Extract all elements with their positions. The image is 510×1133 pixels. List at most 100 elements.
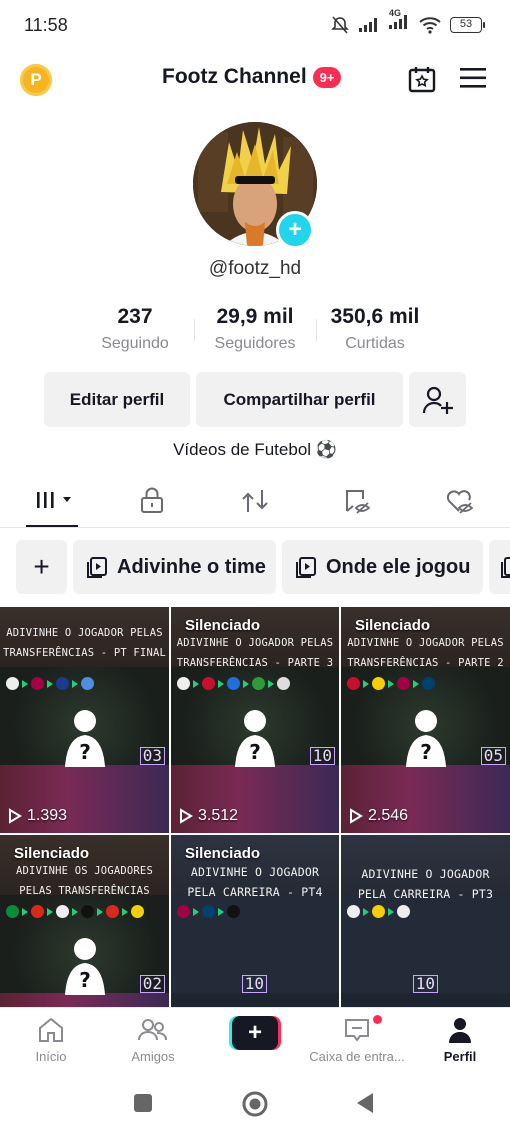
- video-number: 03: [139, 747, 165, 765]
- video-caption: TRANSFERÊNCIAS - PT FINAL: [2, 647, 167, 659]
- status-icons: 4G 53: [330, 8, 485, 35]
- status-bar: 11:58 4G 53: [0, 0, 510, 52]
- video-caption: TRANSFERÊNCIAS - PARTE 2: [347, 657, 504, 669]
- svg-text:?: ?: [79, 968, 91, 992]
- recents-icon[interactable]: [133, 1093, 153, 1113]
- stat-following[interactable]: 237 Seguindo: [88, 305, 182, 353]
- video-caption: PELA CARREIRA - PT3: [357, 887, 494, 901]
- stat-value: 350,6 mil: [330, 305, 420, 328]
- wifi-icon: [419, 16, 441, 34]
- video-thumbnail[interactable]: ADIVINHE O JOGADOR PELAS TRANSFERÊNCIAS …: [0, 607, 169, 833]
- mystery-player-icon: ?: [64, 710, 105, 767]
- club-crests: [177, 677, 290, 690]
- divider: [194, 319, 195, 341]
- tab-favorites[interactable]: [342, 486, 372, 521]
- view-count-value: 1.393: [27, 807, 68, 824]
- playlist-item[interactable]: Adivinhe o time: [73, 540, 276, 594]
- menu-icon[interactable]: [459, 66, 487, 90]
- repost-icon: [242, 490, 268, 512]
- mystery-player-icon: ?: [405, 710, 446, 767]
- video-caption: ADIVINHE O JOGADOR: [190, 865, 320, 879]
- notification-badge: 9+: [312, 66, 342, 88]
- nav-inbox[interactable]: Caixa de entra...: [304, 1016, 410, 1064]
- view-count: 1.393: [8, 807, 67, 825]
- playlists-row: + Adivinhe o time Onde ele jogou: [0, 540, 510, 596]
- system-nav-bar: [0, 1073, 510, 1133]
- tab-videos[interactable]: [34, 486, 78, 521]
- inbox-icon: [345, 1019, 369, 1042]
- playlist-item[interactable]: [489, 540, 510, 594]
- back-icon[interactable]: [354, 1091, 376, 1115]
- silenced-label: Silenciado: [185, 617, 261, 634]
- svg-text:?: ?: [420, 740, 432, 764]
- stat-followers[interactable]: 29,9 mil Seguidores: [204, 305, 306, 353]
- coins-icon[interactable]: P: [20, 64, 52, 96]
- stat-label: Seguindo: [101, 335, 169, 352]
- thumb-bg: [0, 993, 169, 1007]
- edit-profile-button[interactable]: Editar perfil: [44, 372, 190, 427]
- stat-label: Seguidores: [214, 335, 296, 352]
- video-caption: ADIVINHE O JOGADOR PELAS: [176, 637, 334, 649]
- video-caption: TRANSFERÊNCIAS - PARTE 3: [176, 657, 334, 669]
- mystery-player-icon: ?: [235, 710, 275, 767]
- active-tab-indicator: [26, 525, 78, 527]
- add-avatar-button[interactable]: +: [276, 211, 314, 249]
- silenced-label: Silenciado: [185, 845, 261, 862]
- mystery-player-icon: ?: [64, 938, 105, 995]
- video-thumbnail[interactable]: Silenciado ADIVINHE O JOGADOR PELAS TRAN…: [171, 607, 339, 833]
- video-caption: ADIVINHE OS JOGADORES: [16, 865, 153, 877]
- battery-icon: 53: [450, 16, 485, 33]
- content-tabs: [0, 478, 510, 528]
- calendar-icon[interactable]: [407, 64, 437, 94]
- tab-reposts[interactable]: [240, 486, 270, 521]
- heart-hidden-icon: [446, 490, 474, 514]
- signal-4g-icon: 4G: [388, 8, 410, 35]
- nav-profile[interactable]: Perfil: [438, 1016, 482, 1064]
- share-profile-button[interactable]: Compartilhar perfil: [196, 372, 403, 427]
- club-crests: [347, 677, 435, 690]
- stat-label: Curtidas: [345, 335, 405, 352]
- svg-text:?: ?: [249, 740, 261, 764]
- video-thumbnail[interactable]: Silenciado ADIVINHE OS JOGADORES PELAS T…: [0, 835, 169, 1007]
- club-crests: [177, 905, 240, 918]
- mute-icon: [331, 15, 349, 34]
- playlist-icon: [296, 557, 316, 578]
- silenced-label: Silenciado: [14, 845, 90, 862]
- tab-liked[interactable]: [444, 486, 476, 521]
- club-crests: [6, 905, 144, 918]
- stat-value: 29,9 mil: [216, 305, 294, 328]
- nav-home[interactable]: Início: [28, 1016, 74, 1064]
- nav-label: Início: [35, 1049, 67, 1064]
- add-friend-button[interactable]: [409, 372, 466, 427]
- view-count-value: 3.512: [198, 807, 239, 824]
- nav-friends[interactable]: Amigos: [124, 1016, 182, 1064]
- video-grid: ADIVINHE O JOGADOR PELAS TRANSFERÊNCIAS …: [0, 607, 510, 1007]
- view-count-value: 2.546: [368, 807, 409, 824]
- signal-icon: [359, 17, 377, 32]
- create-button[interactable]: +: [229, 1016, 281, 1050]
- video-number: 05: [480, 747, 506, 765]
- view-count: 3.512: [179, 807, 238, 825]
- video-thumbnail[interactable]: Silenciado ADIVINHE O JOGADOR PELAS TRAN…: [341, 607, 510, 833]
- video-thumbnail[interactable]: ADIVINHE O JOGADOR PELA CARREIRA - PT3 1…: [341, 835, 510, 1007]
- view-count: 2.546: [349, 807, 408, 825]
- page-title: Footz Channel: [162, 65, 307, 88]
- playlist-label: Onde ele jogou: [326, 555, 471, 578]
- tab-private[interactable]: [138, 486, 166, 521]
- bio: Vídeos de Futebol ⚽: [173, 440, 337, 459]
- home-circle-icon[interactable]: [241, 1090, 269, 1118]
- video-caption: ADIVINHE O JOGADOR PELAS: [347, 637, 504, 649]
- video-thumbnail[interactable]: Silenciado ADIVINHE O JOGADOR PELA CARRE…: [171, 835, 339, 1007]
- play-icon: [9, 808, 22, 824]
- svg-text:?: ?: [79, 740, 91, 764]
- stat-likes[interactable]: 350,6 mil Curtidas: [322, 305, 428, 353]
- playlist-item[interactable]: Onde ele jogou: [282, 540, 483, 594]
- add-playlist-button[interactable]: +: [16, 540, 67, 594]
- account-switcher[interactable]: Footz Channel 9+: [162, 65, 342, 89]
- stat-value: 237: [117, 305, 153, 328]
- home-icon: [39, 1017, 63, 1042]
- status-time: 11:58: [24, 15, 68, 35]
- playlist-icon: [87, 557, 107, 578]
- username: @footz_hd: [208, 258, 302, 279]
- nav-label: Perfil: [443, 1049, 477, 1064]
